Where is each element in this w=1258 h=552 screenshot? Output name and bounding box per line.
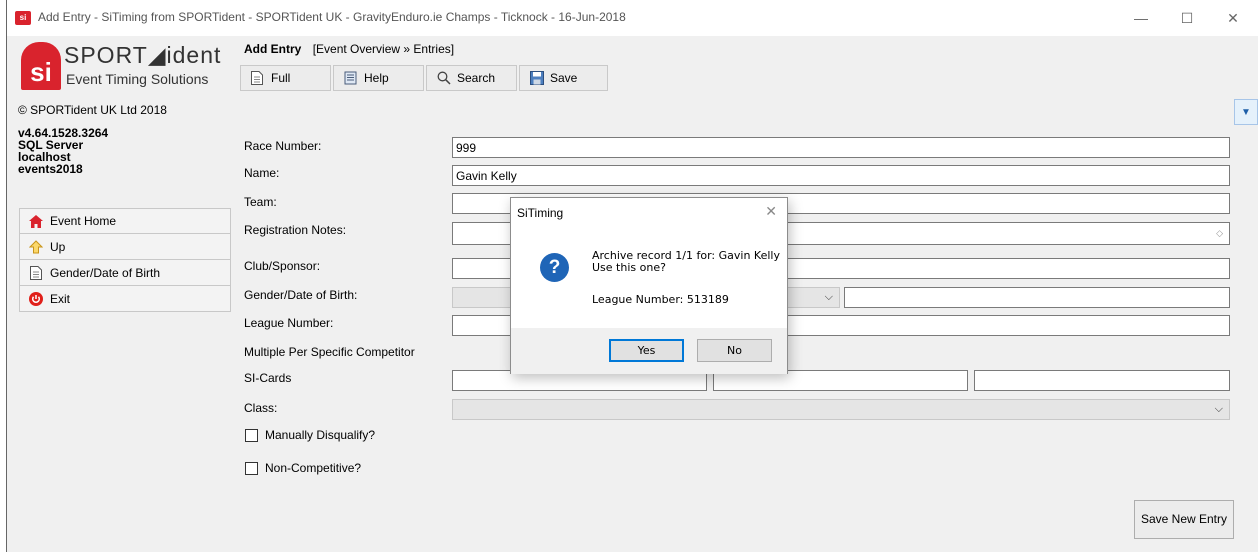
date-of-birth-field[interactable] [844, 287, 1230, 308]
save-icon [530, 71, 544, 85]
race-number-label: Race Number: [244, 139, 322, 153]
full-button[interactable]: Full [240, 65, 331, 91]
manually-disqualify-label: Manually Disqualify? [265, 428, 376, 442]
help-book-icon [344, 71, 358, 85]
chevron-down-icon: ⌵ [1214, 403, 1223, 415]
registration-notes-label: Registration Notes: [244, 223, 347, 237]
dialog-league-number: League Number: 513189 [592, 293, 729, 306]
nav-label: Gender/Date of Birth [50, 265, 161, 280]
full-label: Full [271, 71, 291, 85]
scroll-spinner-icon[interactable]: ◇ [1216, 226, 1223, 240]
nav-exit[interactable]: Exit [19, 286, 231, 312]
nav-label: Event Home [50, 214, 117, 228]
version-info: v4.64.1528.3264 SQL Server localhost eve… [18, 127, 108, 176]
save-button[interactable]: Save [519, 65, 608, 91]
nav-up[interactable]: Up [19, 234, 231, 260]
archive-record-dialog: SiTiming ✕ ? Archive record 1/1 for: Gav… [510, 197, 788, 374]
dialog-message: Archive record 1/1 for: Gavin Kelly Use … [592, 250, 780, 274]
breadcrumb[interactable]: [Event Overview » Entries] [313, 42, 454, 56]
save-label: Save [550, 71, 578, 85]
checkbox-box[interactable] [245, 428, 258, 442]
non-competitive-label: Non-Competitive? [265, 461, 362, 475]
non-competitive-checkbox[interactable]: Non-Competitive? [245, 461, 361, 475]
database-name: events2018 [18, 162, 83, 176]
dialog-message-line2: Use this one? [592, 261, 666, 274]
logo-subtitle: Event Timing Solutions [66, 71, 209, 87]
checkbox-box[interactable] [245, 461, 258, 475]
name-label: Name: [244, 166, 280, 180]
sidebar-nav: Event Home Up Gender/Date of Birth Exit [19, 208, 231, 312]
club-sponsor-label: Club/Sponsor: [244, 259, 321, 273]
nav-label: Exit [50, 291, 71, 306]
no-button[interactable]: No [697, 339, 772, 362]
dialog-title: SiTiming [517, 206, 564, 220]
page-heading: Add Entry [Event Overview » Entries] [244, 42, 454, 56]
power-icon [28, 291, 44, 307]
dialog-footer: Yes No [511, 328, 787, 374]
copyright: © SPORTident UK Ltd 2018 [18, 103, 167, 117]
class-label: Class: [244, 401, 278, 415]
help-label: Help [364, 71, 389, 85]
league-number-label: League Number: [244, 316, 334, 330]
toolbar: Full Help Search Save [240, 65, 608, 91]
chevron-down-icon: ⌵ [824, 291, 833, 303]
search-icon [437, 71, 451, 85]
nav-event-home[interactable]: Event Home [19, 208, 231, 234]
app-window: si Add Entry - SiTiming from SPORTident … [6, 0, 1258, 552]
team-label: Team: [244, 195, 277, 209]
window-title: Add Entry - SiTiming from SPORTident - S… [38, 10, 626, 24]
question-icon: ? [540, 253, 569, 282]
minimize-button[interactable]: — [1118, 0, 1164, 36]
title-bar: si Add Entry - SiTiming from SPORTident … [7, 0, 1258, 36]
dialog-close-button[interactable]: ✕ [765, 203, 777, 220]
search-label: Search [457, 71, 496, 85]
close-button[interactable]: ✕ [1210, 0, 1256, 36]
yes-button[interactable]: Yes [609, 339, 684, 362]
logo-name: SPORT◢ident [64, 42, 222, 68]
multiple-per-competitor-label: Multiple Per Specific Competitor [244, 345, 415, 359]
name-field[interactable]: Gavin Kelly [452, 165, 1230, 186]
logo-mark: si [21, 42, 61, 90]
gender-dob-label: Gender/Date of Birth: [244, 288, 358, 302]
save-new-entry-button[interactable]: Save New Entry [1134, 500, 1234, 539]
search-button[interactable]: Search [426, 65, 517, 91]
si-card-3-field[interactable] [974, 370, 1230, 391]
race-number-field[interactable]: 999 [452, 137, 1230, 158]
sportident-logo: si SPORT◢ident Event Timing Solutions [21, 42, 220, 92]
page-title: Add Entry [244, 42, 302, 56]
up-arrow-icon [28, 239, 44, 255]
manually-disqualify-checkbox[interactable]: Manually Disqualify? [245, 428, 375, 442]
nav-gender-dob[interactable]: Gender/Date of Birth [19, 260, 231, 286]
class-select[interactable]: ⌵ [452, 399, 1230, 420]
help-button[interactable]: Help [333, 65, 424, 91]
home-icon [28, 213, 44, 229]
panel-dropdown-button[interactable]: ▼ [1234, 99, 1258, 125]
si-cards-label: SI-Cards [244, 371, 292, 385]
nav-label: Up [50, 239, 66, 254]
document-icon [251, 71, 265, 85]
app-icon: si [15, 11, 31, 25]
maximize-button[interactable]: ☐ [1164, 0, 1210, 36]
document-icon [28, 265, 44, 281]
